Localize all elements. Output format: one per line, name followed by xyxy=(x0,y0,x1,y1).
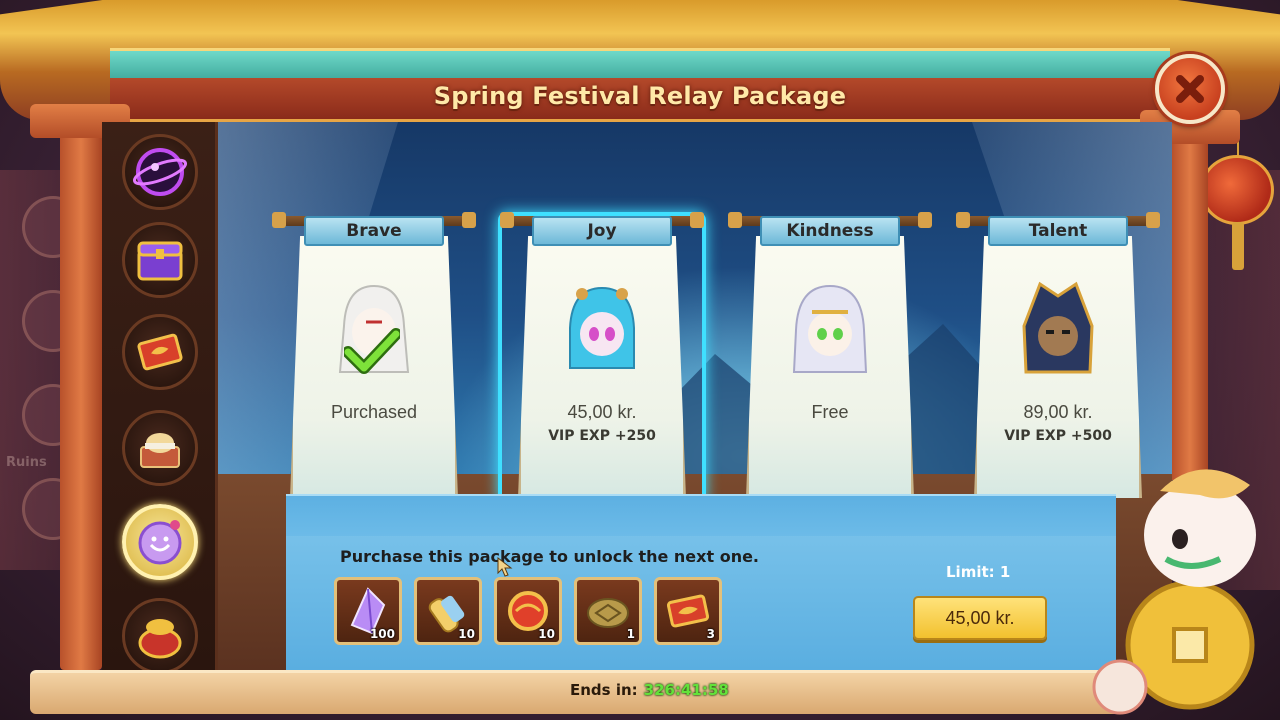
sidebar-item-cosmic-orb[interactable] xyxy=(122,134,198,210)
purchase-limit: Limit: 1 xyxy=(946,563,1011,581)
countdown-time: 326:41:58 xyxy=(643,681,729,699)
left-pillar xyxy=(60,110,102,670)
package-tab-label: Brave xyxy=(304,216,444,246)
red-ticket-icon xyxy=(137,333,183,371)
background-ruins-label: Ruins xyxy=(6,455,47,470)
reward-count: 10 xyxy=(458,627,475,641)
cosmic-orb-icon xyxy=(132,148,188,196)
red-pot-icon xyxy=(138,619,182,659)
close-button[interactable] xyxy=(1155,54,1225,124)
lantern-icon xyxy=(1200,155,1274,225)
mouse-cursor-icon xyxy=(497,557,513,577)
lantern-tassel xyxy=(1232,222,1244,270)
package-vip-exp: VIP EXP +250 xyxy=(548,428,656,444)
lucky-charm-icon xyxy=(138,520,182,565)
reward-item[interactable]: 3 xyxy=(654,577,722,645)
unlock-instruction: Purchase this package to unlock the next… xyxy=(340,547,760,566)
close-icon xyxy=(1176,75,1204,103)
armored-hero-icon xyxy=(1022,281,1094,374)
hero-avatar xyxy=(782,276,878,386)
hero-avatar xyxy=(1010,276,1106,386)
reward-count: 10 xyxy=(538,627,555,641)
reward-item[interactable]: 1 xyxy=(574,577,642,645)
right-pillar xyxy=(1172,120,1208,480)
gift-box-icon xyxy=(140,433,180,468)
package-price: 45,00 kr. xyxy=(567,402,637,422)
package-price: Free xyxy=(811,402,849,422)
package-price: 89,00 kr. xyxy=(1023,402,1093,422)
reward-count: 3 xyxy=(706,627,715,641)
package-tab-label: Talent xyxy=(988,216,1128,246)
buy-button[interactable]: 45,00 kr. xyxy=(913,596,1047,640)
package-tab-label: Kindness xyxy=(760,216,900,246)
reward-item[interactable]: 10 xyxy=(414,577,482,645)
purple-chest-icon xyxy=(137,241,183,281)
package-card-brave[interactable]: Brave Purchased xyxy=(272,212,476,500)
package-card-kindness[interactable]: Kindness Free xyxy=(728,212,932,500)
reward-count: 1 xyxy=(626,627,635,641)
reward-item[interactable]: 100 xyxy=(334,577,402,645)
sidebar-item-red-pot[interactable] xyxy=(122,598,198,674)
silver-haired-hero-icon xyxy=(792,284,868,373)
info-panel-header xyxy=(286,496,1116,536)
sidebar-item-lucky-charm[interactable] xyxy=(122,504,198,580)
purchased-check-icon xyxy=(344,328,400,374)
reward-item[interactable]: 10 xyxy=(494,577,562,645)
package-vip-exp: VIP EXP +500 xyxy=(1004,428,1112,444)
ends-in-timer: Ends in: 326:41:58 xyxy=(570,681,729,699)
ends-in-label: Ends in: xyxy=(570,681,638,699)
blue-haired-hero-icon xyxy=(569,286,635,369)
reward-count: 100 xyxy=(369,627,395,641)
hero-avatar xyxy=(554,276,650,386)
package-tab-label: Joy xyxy=(532,216,672,246)
package-card-joy[interactable]: Joy 45,00 kr. VIP EXP +250 xyxy=(498,212,706,504)
horse-mascot-icon xyxy=(1092,469,1256,715)
sidebar-item-red-ticket[interactable] xyxy=(122,314,198,390)
category-sidebar xyxy=(102,122,218,674)
sidebar-item-gift-box[interactable] xyxy=(122,410,198,486)
page-title: Spring Festival Relay Package xyxy=(433,82,847,110)
sidebar-item-purple-chest[interactable] xyxy=(122,222,198,298)
package-price: Purchased xyxy=(330,402,418,422)
